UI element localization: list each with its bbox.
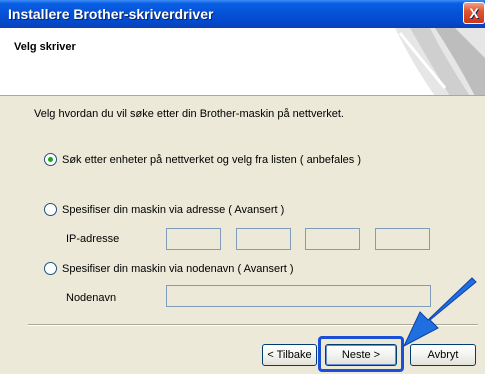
radio-label-nodename: Spesifiser din maskin via nodenavn ( Ava… [62, 262, 294, 275]
nodename-label: Nodenavn [66, 292, 117, 304]
radio-label-address: Spesifiser din maskin via adresse ( Avan… [62, 203, 285, 216]
back-button[interactable]: < Tilbake [262, 344, 317, 366]
radio-button-selected[interactable] [44, 153, 57, 166]
instruction-text: Velg hvordan du vil søke etter din Broth… [34, 108, 344, 120]
ip-octet-3-input[interactable] [305, 228, 360, 250]
radio-button[interactable] [44, 203, 57, 216]
ip-octet-1-input[interactable] [166, 228, 221, 250]
window-title-bar[interactable]: Installere Brother-skriverdriver X [0, 0, 485, 28]
radio-label-search: Søk etter enheter på nettverket og velg … [62, 153, 361, 166]
pointer-arrow-icon [402, 277, 477, 348]
ip-octet-4-input[interactable] [375, 228, 430, 250]
close-icon: X [469, 5, 479, 21]
ip-address-label: IP-adresse [66, 233, 120, 245]
close-button[interactable]: X [463, 2, 485, 24]
nodename-input[interactable] [166, 285, 431, 307]
wizard-header: Velg skriver [0, 28, 485, 96]
radio-specify-nodename[interactable]: Spesifiser din maskin via nodenavn ( Ava… [44, 262, 294, 275]
page-title: Velg skriver [14, 41, 76, 53]
radio-specify-address[interactable]: Spesifiser din maskin via adresse ( Avan… [44, 203, 284, 216]
header-graphic-icon [395, 28, 485, 95]
radio-search-network[interactable]: Søk etter enheter på nettverket og velg … [44, 153, 361, 166]
ip-octet-2-input[interactable] [236, 228, 291, 250]
window-title: Installere Brother-skriverdriver [8, 6, 214, 22]
next-button[interactable]: Neste > [325, 344, 397, 366]
radio-button[interactable] [44, 262, 57, 275]
